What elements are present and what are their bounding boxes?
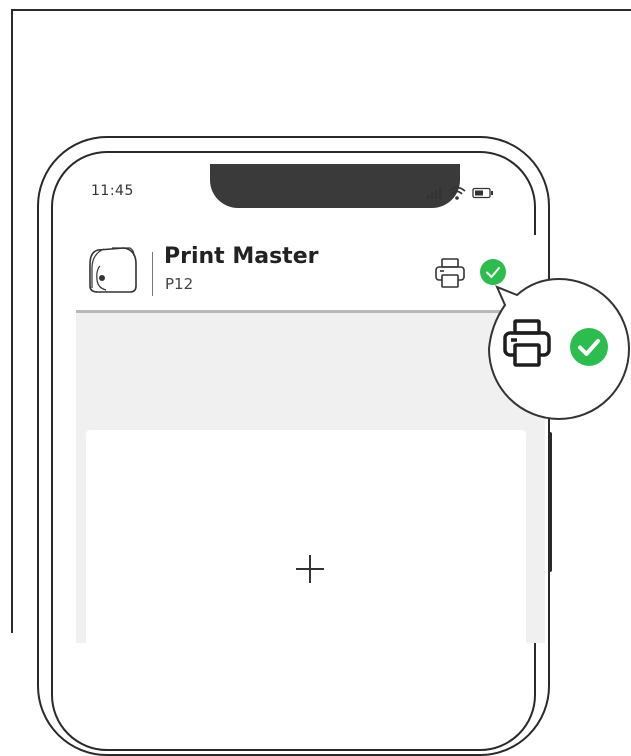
app-title: Print Master (164, 244, 319, 269)
battery-icon (472, 187, 493, 199)
add-template-card[interactable] (86, 430, 526, 650)
printer-device-logo (84, 240, 142, 300)
printer-icon[interactable] (433, 256, 467, 294)
signal-icon (427, 187, 442, 199)
status-icons (426, 186, 494, 200)
check-circle-icon (570, 328, 608, 366)
status-time: 11:45 (91, 183, 134, 199)
phone-side-button (548, 432, 552, 572)
plus-icon[interactable] (294, 553, 326, 589)
wifi-icon (448, 186, 466, 200)
device-model: P12 (165, 275, 194, 293)
phone-notch (210, 164, 460, 208)
logo-divider (152, 252, 153, 296)
status-callout-bubble (487, 277, 631, 425)
